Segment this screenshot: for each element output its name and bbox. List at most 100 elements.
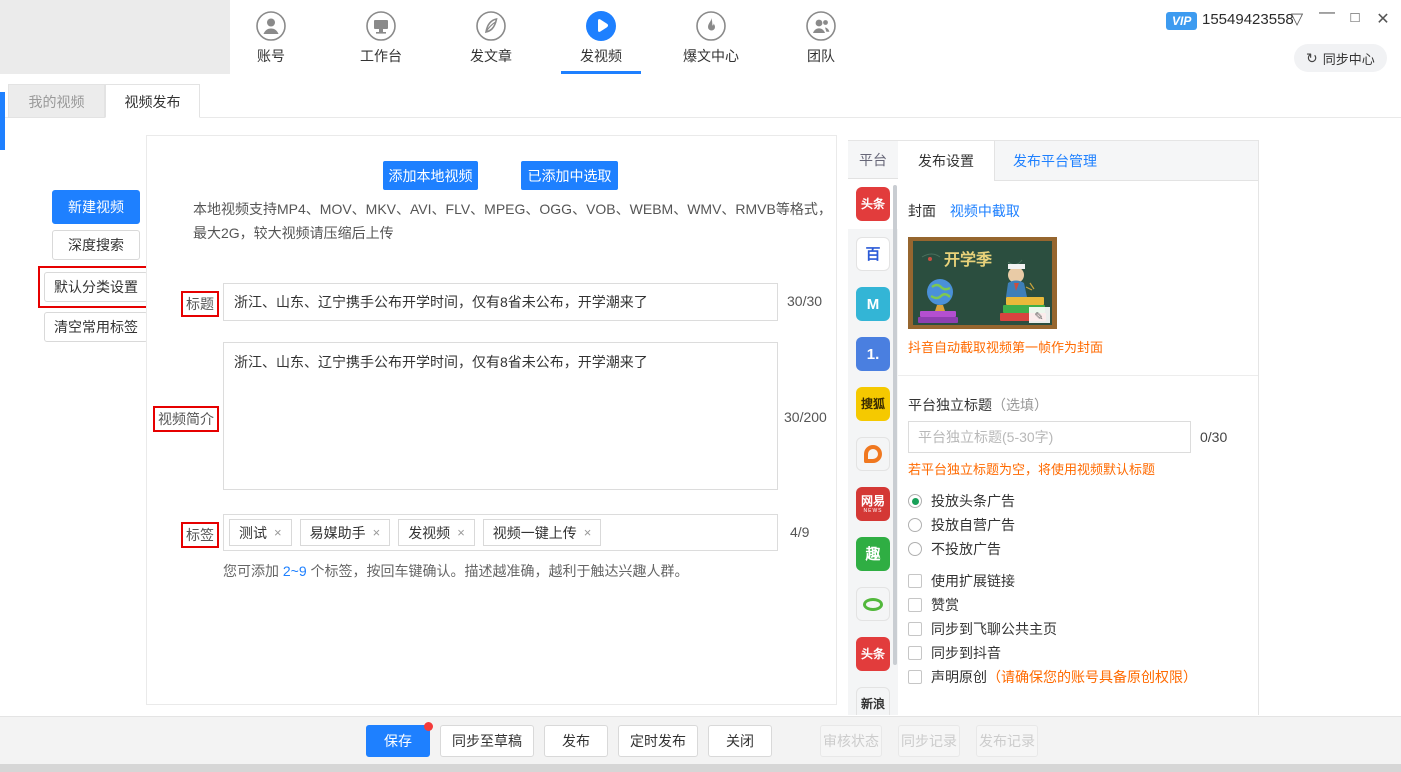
dongfang-toutiao-icon: 头条: [856, 637, 890, 671]
platform-sina[interactable]: 新浪: [848, 679, 898, 715]
flame-icon: [696, 11, 726, 41]
tab-my-videos[interactable]: 我的视频: [8, 84, 105, 118]
tags-hint-range: 2~9: [282, 563, 307, 579]
clear-common-tags-button[interactable]: 清空常用标签: [44, 312, 148, 342]
article-pen-icon: [476, 11, 506, 41]
tag-text: 易媒助手: [309, 524, 366, 541]
platform-qutoutiao[interactable]: 趣: [848, 529, 898, 579]
nav-item-publish-video[interactable]: 发视频: [546, 4, 656, 74]
sync-center-button[interactable]: ↻ 同步中心: [1294, 44, 1387, 72]
cover-thumbnail[interactable]: 开学季 ✎: [908, 237, 1057, 329]
tags-hint-text: 您可添加 2~9 个标签，按回车键确认。描述越准确，越利于触达兴趣人群。: [223, 561, 689, 581]
logo-area: [0, 0, 230, 74]
tags-input-box[interactable]: 测试 × 易媒助手 × 发视频 × 视频一键上传 ×: [223, 514, 778, 551]
checkbox-label: 使用扩展链接: [931, 573, 1015, 589]
capture-from-video-link[interactable]: 视频中截取: [950, 203, 1020, 219]
qutoutiao-icon: 趣: [856, 537, 890, 571]
tag-chip: 视频一键上传 ×: [482, 519, 602, 546]
platform-toutiao[interactable]: 头条: [848, 179, 898, 229]
maximize-icon[interactable]: □: [1344, 9, 1366, 26]
sync-to-draft-button[interactable]: 同步至草稿: [440, 725, 534, 757]
nav-item-hot-center[interactable]: 爆文中心: [656, 4, 766, 74]
platform-cyan-m[interactable]: M: [848, 279, 898, 329]
checkbox-reward[interactable]: 赞赏: [908, 593, 1197, 617]
nav-label: 账号: [257, 48, 285, 64]
tag-remove-icon[interactable]: ×: [373, 525, 381, 540]
save-button[interactable]: 保存: [366, 722, 433, 757]
cover-edit-icon[interactable]: ✎: [1029, 307, 1050, 323]
save-notification-dot: [424, 722, 433, 731]
active-nav-underline: [561, 71, 641, 74]
svg-text:✎: ✎: [1034, 311, 1043, 323]
menu-funnel-icon[interactable]: ▽: [1286, 9, 1308, 29]
independent-title-optional: （选填）: [992, 397, 1048, 413]
toutiao-icon: 头条: [856, 187, 890, 221]
platform-sohu[interactable]: 搜狐: [848, 379, 898, 429]
close-window-icon[interactable]: ✕: [1372, 9, 1394, 29]
tag-remove-icon[interactable]: ×: [584, 525, 592, 540]
pick-from-added-button[interactable]: 已添加中选取: [521, 161, 618, 190]
platform-iqiyi[interactable]: [848, 579, 898, 629]
taskbar-strip: [0, 764, 1401, 772]
divider: [898, 375, 1258, 376]
footer-bar: 保存 同步至草稿 发布 定时发布 关闭 审核状态 同步记录 发布记录: [0, 716, 1401, 764]
platform-yidianzixun[interactable]: 1.: [848, 329, 898, 379]
platform-column-header: 平台: [848, 141, 898, 179]
description-textarea[interactable]: 浙江、山东、辽宁携手公布开学时间，仅有8省未公布，开学潮来了: [223, 342, 778, 490]
scheduled-publish-button[interactable]: 定时发布: [618, 725, 698, 757]
platform-baijiahao[interactable]: 百: [848, 229, 898, 279]
tab-platform-manage[interactable]: 发布平台管理: [1013, 141, 1097, 181]
video-form-panel: 添加本地视频 已添加中选取 本地视频支持MP4、MOV、MKV、AVI、FLV、…: [146, 135, 837, 705]
nav-label: 发视频: [580, 48, 622, 64]
independent-title-label: 平台独立标题（选填）: [908, 395, 1048, 415]
sohu-icon: 搜狐: [856, 387, 890, 421]
tag-chip: 易媒助手 ×: [299, 519, 391, 546]
default-category-button[interactable]: 默认分类设置: [44, 272, 148, 302]
radio-dot: [911, 497, 919, 505]
platform-scrollbar[interactable]: [893, 185, 897, 665]
checkbox-extended-link[interactable]: 使用扩展链接: [908, 569, 1197, 593]
workbench-icon: [366, 11, 396, 41]
review-status-button: 审核状态: [820, 725, 882, 757]
tag-remove-icon[interactable]: ×: [274, 525, 282, 540]
deep-search-button[interactable]: 深度搜索: [52, 230, 140, 260]
tags-hint-prefix: 您可添加: [223, 563, 283, 579]
eye-ring-shape: [863, 597, 883, 611]
checkbox-sync-douyin[interactable]: 同步到抖音: [908, 641, 1197, 665]
tab-publish-settings[interactable]: 发布设置: [898, 141, 995, 181]
nav-label: 工作台: [360, 48, 402, 64]
checkbox-declare-original[interactable]: 声明原创 （请确保您的账号具备原创权限）: [908, 665, 1197, 689]
title-input[interactable]: [223, 283, 778, 321]
checkbox-icon: [908, 646, 922, 660]
nav-item-account[interactable]: 账号: [216, 4, 326, 74]
nav-item-workbench[interactable]: 工作台: [326, 4, 436, 74]
tab-row: 我的视频 视频发布: [0, 84, 1401, 118]
radio-self-ad[interactable]: 投放自营广告: [908, 513, 1015, 537]
checkbox-label: 同步到抖音: [931, 645, 1001, 661]
platform-netease[interactable]: 网易 NEWS: [848, 479, 898, 529]
radio-toutiao-ad[interactable]: 投放头条广告: [908, 489, 1015, 513]
description-char-count: 30/200: [784, 409, 827, 425]
tab-video-publish[interactable]: 视频发布: [105, 84, 200, 118]
new-video-button[interactable]: 新建视频: [52, 190, 140, 224]
fish-ring-shape: [864, 445, 882, 463]
tag-remove-icon[interactable]: ×: [457, 525, 465, 540]
netease-icon: 网易 NEWS: [856, 487, 890, 521]
radio-unselected-icon: [908, 518, 922, 532]
nav-item-team[interactable]: 团队: [766, 4, 876, 74]
platform-dongfang-toutiao[interactable]: 头条: [848, 629, 898, 679]
radio-no-ad[interactable]: 不投放广告: [908, 537, 1015, 561]
close-button[interactable]: 关闭: [708, 725, 772, 757]
publish-record-button: 发布记录: [976, 725, 1038, 757]
checkbox-sync-feiliao[interactable]: 同步到飞聊公共主页: [908, 617, 1197, 641]
tag-text: 视频一键上传: [492, 524, 577, 541]
app-window: 账号 工作台 发文章 发视频 爆文中心 团队 VIP 15549423558 ▽…: [0, 0, 1401, 772]
sync-record-button: 同步记录: [898, 725, 960, 757]
minimize-icon[interactable]: —: [1316, 4, 1338, 22]
netease-sub: NEWS: [863, 507, 883, 514]
independent-title-input[interactable]: [908, 421, 1191, 453]
add-local-video-button[interactable]: 添加本地视频: [383, 161, 478, 190]
nav-item-publish-article[interactable]: 发文章: [436, 4, 546, 74]
publish-button[interactable]: 发布: [544, 725, 608, 757]
platform-dayu[interactable]: [848, 429, 898, 479]
